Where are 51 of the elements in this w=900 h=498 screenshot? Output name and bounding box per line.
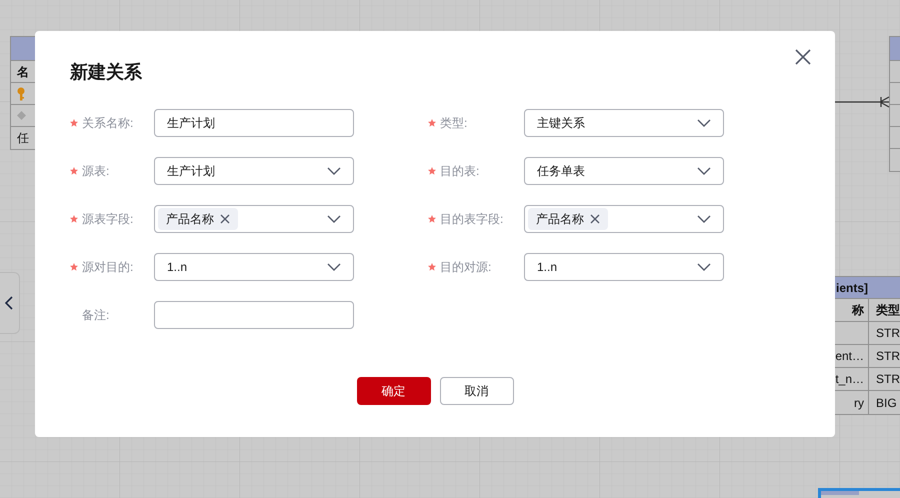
select-field[interactable]: 1..n — [154, 253, 354, 281]
chevron-left-icon — [5, 296, 13, 310]
table-cell-text: 类型 — [876, 302, 900, 319]
cancel-button[interactable]: 取消 — [440, 377, 514, 405]
chevron-down-icon — [697, 215, 711, 223]
field-label: 目的对源: — [440, 259, 492, 276]
close-icon — [795, 49, 811, 65]
field-label: 目的表字段: — [440, 211, 504, 228]
collapse-button[interactable] — [0, 272, 20, 334]
table-header — [821, 491, 859, 495]
table-cell-text: 名 — [17, 64, 29, 80]
chevron-down-icon — [327, 167, 341, 175]
tag: 产品名称 — [158, 208, 238, 230]
close-icon[interactable] — [590, 214, 600, 224]
key-icon — [17, 86, 25, 100]
select-field[interactable]: 主键关系 — [524, 109, 724, 137]
multi-select-field[interactable]: 产品名称 — [524, 205, 724, 233]
chevron-down-icon — [327, 263, 341, 271]
field-label: 备注: — [82, 307, 110, 324]
table-cell-text: STR — [876, 348, 900, 365]
table-cell-text: BIG — [876, 394, 897, 412]
select-field[interactable]: 生产计划 — [154, 157, 354, 185]
field-label: 源表: — [82, 163, 110, 180]
table-cell-text: STR — [876, 371, 900, 388]
field-label: 源对目的: — [82, 259, 134, 276]
chevron-down-icon — [697, 167, 711, 175]
field-label: 关系名称: — [82, 115, 134, 132]
table-cell-text: 任 — [17, 130, 29, 147]
field-label: 类型: — [440, 115, 468, 132]
table-cell-text: ent… — [835, 348, 864, 365]
confirm-button[interactable]: 确定 — [356, 377, 430, 405]
text-field[interactable]: 生产计划 — [154, 109, 354, 137]
field-label: 目的表: — [440, 163, 480, 180]
text-field[interactable] — [154, 301, 354, 329]
chevron-down-icon — [697, 263, 711, 271]
diamond-icon — [17, 111, 26, 120]
table-cell-text: ry — [854, 394, 864, 412]
close-button[interactable] — [795, 49, 811, 65]
table-title: ients] — [836, 280, 868, 296]
multi-select-field[interactable]: 产品名称 — [154, 205, 354, 233]
chevron-down-icon — [327, 215, 341, 223]
select-field[interactable]: 1..n — [524, 253, 724, 281]
chevron-down-icon — [697, 119, 711, 127]
close-icon[interactable] — [220, 214, 230, 224]
dialog-title: 新建关系 — [70, 61, 143, 84]
field-label: 源表字段: — [82, 211, 134, 228]
table-cell-text: STR — [876, 325, 900, 342]
tag: 产品名称 — [528, 208, 608, 230]
select-field[interactable]: 任务单表 — [524, 157, 724, 185]
table-cell-text: 称 — [852, 302, 864, 319]
table-cell-text: t_n… — [835, 371, 864, 388]
